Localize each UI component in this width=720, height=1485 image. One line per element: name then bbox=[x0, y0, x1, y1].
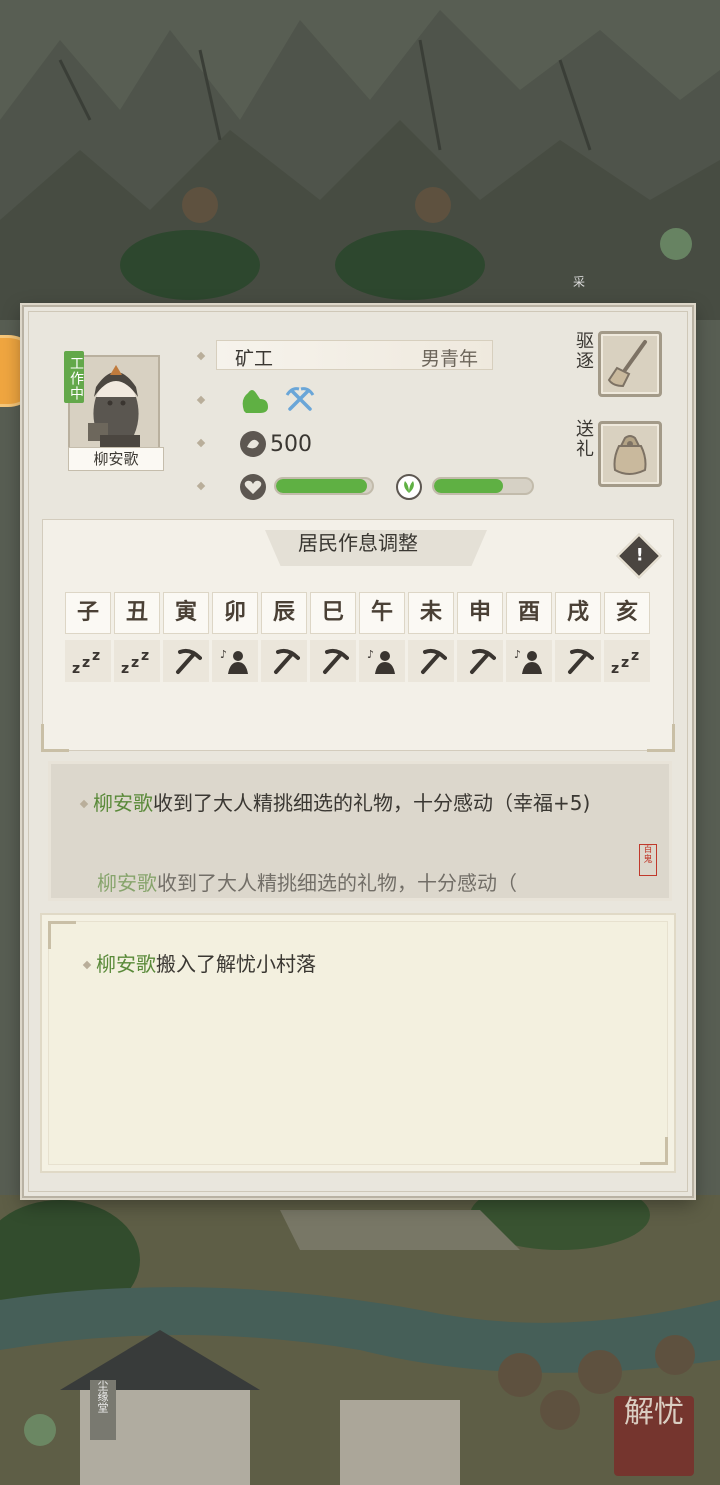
recent-message-log[interactable]: 柳安歌收到了大人精挑细选的礼物，十分感动（幸福+5) 柳安歌收到了大人精挑细选的… bbox=[48, 761, 672, 901]
svg-text:z: z bbox=[131, 655, 139, 671]
game-logo[interactable]: 解忧 bbox=[614, 1396, 694, 1476]
sleep-icon: zzz bbox=[121, 648, 149, 675]
log-entry: 柳安歌搬入了解忧小村落 bbox=[82, 951, 316, 977]
activity-cell[interactable]: zzz bbox=[114, 640, 160, 682]
frame-corner bbox=[640, 1137, 668, 1165]
pickaxe-icon bbox=[421, 648, 447, 674]
pickaxe-icon bbox=[323, 648, 349, 674]
hour-cell: 戌 bbox=[555, 592, 601, 634]
hour-row: 子 丑 寅 卯 辰 巳 午 未 申 酉 戌 亥 bbox=[65, 592, 655, 634]
activity-cell[interactable]: ♪ bbox=[506, 640, 552, 682]
red-seal-stamp: 百鬼 bbox=[639, 844, 657, 876]
svg-text:z: z bbox=[611, 661, 619, 675]
svg-text:z: z bbox=[121, 661, 129, 675]
hour-cell: 丑 bbox=[114, 592, 160, 634]
pickaxe-icon bbox=[274, 648, 300, 674]
activity-cell[interactable] bbox=[457, 640, 503, 682]
hour-cell: 申 bbox=[457, 592, 503, 634]
activity-cell[interactable] bbox=[408, 640, 454, 682]
log-entry-text: 收到了大人精挑细选的礼物，十分感动（幸福+5) bbox=[153, 791, 591, 815]
activity-cell[interactable]: ♪ bbox=[212, 640, 258, 682]
health-bar-fill bbox=[276, 479, 368, 493]
mood-bar-fill bbox=[434, 479, 503, 493]
job-row: 矿工 男青年 bbox=[216, 340, 493, 370]
hour-cell: 酉 bbox=[506, 592, 552, 634]
copper-coin-icon bbox=[240, 431, 266, 457]
activity-cell[interactable]: ♪ bbox=[359, 640, 405, 682]
side-sign: 采 bbox=[573, 275, 586, 289]
row-marker bbox=[79, 799, 89, 809]
activity-cell[interactable] bbox=[261, 640, 307, 682]
svg-text:z: z bbox=[141, 648, 149, 664]
svg-text:z: z bbox=[92, 648, 100, 664]
svg-text:♪: ♪ bbox=[514, 648, 521, 661]
hour-cell: 寅 bbox=[163, 592, 209, 634]
activity-cell[interactable] bbox=[555, 640, 601, 682]
game-logo-text: 解忧 bbox=[624, 1395, 684, 1430]
resident-name: 柳安歌 bbox=[68, 447, 164, 471]
mining-tools-icon[interactable] bbox=[284, 385, 316, 415]
warning-icon: ! bbox=[635, 545, 644, 566]
log-entry-text: 搬入了解忧小村落 bbox=[156, 952, 316, 976]
log-entry-name: 柳安歌 bbox=[93, 791, 153, 815]
frame-corner bbox=[41, 724, 69, 752]
heart-icon bbox=[240, 474, 266, 500]
hour-cell: 亥 bbox=[604, 592, 650, 634]
hour-cell: 未 bbox=[408, 592, 454, 634]
money-amount: 500 bbox=[270, 432, 312, 457]
resident-dialog: 工作中 柳安歌 矿工 男青年 500 驱逐 送礼 居民作息调整 ! 子 丑 寅 … bbox=[22, 305, 694, 1198]
hour-cell: 辰 bbox=[261, 592, 307, 634]
svg-text:♪: ♪ bbox=[220, 648, 227, 661]
health-bar bbox=[274, 477, 374, 495]
pickaxe-icon bbox=[470, 648, 496, 674]
frame-corner bbox=[48, 921, 76, 949]
svg-text:z: z bbox=[72, 661, 80, 675]
strength-trait-icon[interactable] bbox=[238, 385, 272, 415]
age-group-label: 男青年 bbox=[420, 348, 478, 370]
activity-cell[interactable] bbox=[163, 640, 209, 682]
hour-cell: 卯 bbox=[212, 592, 258, 634]
gift-bag-icon bbox=[613, 435, 647, 475]
hour-cell: 子 bbox=[65, 592, 111, 634]
history-message-log[interactable]: 柳安歌搬入了解忧小村落 bbox=[40, 913, 676, 1173]
building-sign: 尘缘堂 bbox=[96, 1380, 109, 1413]
expel-button[interactable] bbox=[598, 331, 662, 397]
activity-cell[interactable]: zzz bbox=[604, 640, 650, 682]
gift-label: 送礼 bbox=[573, 419, 594, 459]
frame-corner bbox=[647, 724, 675, 752]
pickaxe-icon bbox=[176, 648, 202, 674]
schedule-title: 居民作息调整 bbox=[298, 531, 418, 555]
log-entry-name: 柳安歌 bbox=[96, 952, 156, 976]
gift-button[interactable] bbox=[598, 421, 662, 487]
log-entry-faded: 柳安歌收到了大人精挑细选的礼物，十分感动（ bbox=[97, 870, 637, 896]
sleep-icon: zzz bbox=[72, 648, 100, 675]
svg-text:z: z bbox=[82, 655, 90, 671]
svg-text:♪: ♪ bbox=[367, 648, 374, 661]
leisure-icon: ♪ bbox=[514, 648, 542, 674]
activity-cell[interactable] bbox=[310, 640, 356, 682]
work-status-badge: 工作中 bbox=[64, 351, 84, 403]
expel-label: 驱逐 bbox=[573, 331, 594, 371]
sleep-icon: zzz bbox=[611, 648, 639, 675]
leisure-icon: ♪ bbox=[367, 648, 395, 674]
activity-row: z z z z z z ♪ ♪ ♪ z z z bbox=[65, 640, 655, 682]
svg-text:z: z bbox=[621, 655, 629, 671]
activity-cell[interactable]: zzz bbox=[65, 640, 111, 682]
schedule-panel: 居民作息调整 ! 子 丑 寅 卯 辰 巳 午 未 申 酉 戌 亥 z z z z z z ♪… bbox=[41, 519, 675, 752]
svg-text:z: z bbox=[631, 648, 639, 664]
hour-cell: 巳 bbox=[310, 592, 356, 634]
log-entry: 柳安歌收到了大人精挑细选的礼物，十分感动（幸福+5) bbox=[79, 790, 617, 816]
mood-leaf-icon bbox=[396, 474, 422, 500]
broom-icon bbox=[607, 340, 647, 388]
mood-bar bbox=[432, 477, 534, 495]
leisure-icon: ♪ bbox=[220, 648, 248, 674]
hour-cell: 午 bbox=[359, 592, 405, 634]
job-label: 矿工 bbox=[235, 348, 274, 370]
log-entry-text: 收到了大人精挑细选的礼物，十分感动（ bbox=[157, 871, 517, 895]
pickaxe-icon bbox=[568, 648, 594, 674]
log-entry-name: 柳安歌 bbox=[97, 871, 157, 895]
